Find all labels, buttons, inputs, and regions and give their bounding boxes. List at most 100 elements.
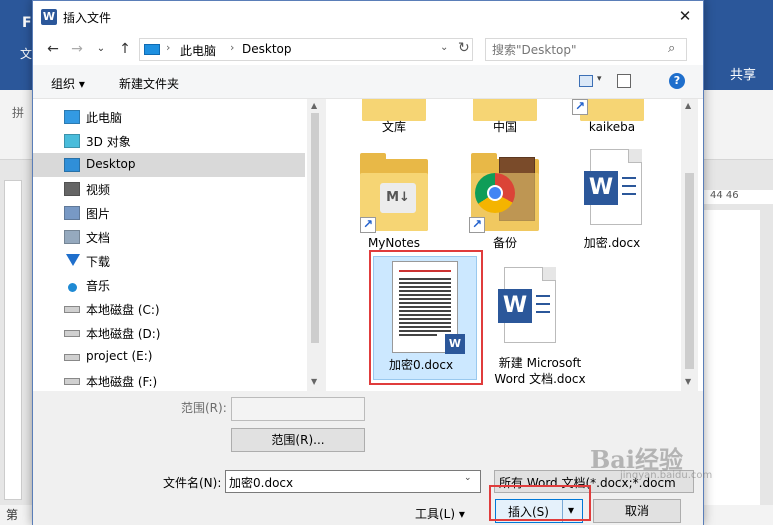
drive-icon	[64, 354, 80, 361]
tree-item[interactable]: project (E:)	[33, 345, 305, 369]
close-button[interactable]: ✕	[667, 1, 703, 31]
address-bar[interactable]: › 此电脑 › Desktop ⌄ ↻	[139, 38, 473, 61]
tree-item[interactable]: 音乐	[33, 273, 305, 297]
preview-pane-icon[interactable]	[617, 74, 631, 88]
folder-icon	[362, 99, 426, 121]
search-box[interactable]: ⌕	[485, 38, 687, 61]
folder-beifen[interactable]: ↗ 备份	[451, 147, 559, 251]
word-app-letter: F	[22, 15, 32, 31]
word-share-button[interactable]: 共享	[730, 64, 756, 83]
scrollbar-thumb[interactable]	[311, 113, 319, 343]
shortcut-arrow-icon: ↗	[360, 217, 376, 233]
forward-arrow-icon[interactable]: →	[67, 39, 87, 59]
computer-icon	[64, 110, 80, 124]
tree-item[interactable]: 本地磁盘 (C:)	[33, 297, 305, 321]
tree-item-label: 音乐	[86, 279, 111, 293]
word-tab-file[interactable]: 文	[20, 45, 32, 62]
search-icon[interactable]: ⌕	[668, 41, 675, 56]
change-view-button[interactable]: ▾	[579, 74, 609, 90]
file-jiami-docx[interactable]: W 加密.docx	[558, 147, 666, 251]
tree-item[interactable]: 3D 对象	[33, 129, 305, 153]
tools-menu-button[interactable]: 工具(L) ▾	[415, 505, 465, 522]
file-label: 文库	[381, 120, 406, 134]
address-dropdown-chevron-icon[interactable]: ⌄	[440, 42, 448, 53]
tree-item-label: 文档	[86, 231, 111, 245]
breadcrumb-separator-icon[interactable]: ›	[230, 41, 234, 54]
tree-item-label: Desktop	[86, 157, 136, 171]
tree-item[interactable]: Desktop	[33, 153, 305, 177]
scroll-down-icon[interactable]: ▼	[311, 377, 317, 386]
file-jiami0-docx[interactable]: W 加密0.docx	[371, 259, 479, 379]
tree-item-label: 图片	[86, 207, 111, 221]
shortcut-arrow-icon: ↗	[469, 217, 485, 233]
cube-3d-icon	[64, 134, 80, 148]
folder-wenku[interactable]: 文库	[340, 99, 448, 135]
filename-combobox[interactable]: ⌄	[225, 470, 481, 493]
refresh-icon[interactable]: ↻	[458, 40, 470, 56]
file-label: 备份	[492, 236, 517, 250]
organize-menu-button[interactable]: 组织 ▾	[51, 75, 85, 92]
tree-item[interactable]: 下载	[33, 249, 305, 273]
status-page-label: 第	[6, 508, 19, 522]
view-icon	[579, 75, 593, 87]
tree-item[interactable]: 图片	[33, 201, 305, 225]
tree-item-label: 本地磁盘 (C:)	[86, 303, 160, 317]
folder-zhongguo[interactable]: 中国	[451, 99, 559, 135]
tree-item[interactable]: 文档	[33, 225, 305, 249]
file-list-pane: 文库 中国 ↗ kaikeba M↓ ↗ MyNotes ↗ 备份 W 加密.d…	[326, 99, 703, 391]
folder-icon	[580, 99, 644, 121]
filename-label: 文件名(N):	[163, 476, 222, 490]
drive-icon	[64, 306, 80, 313]
annotation-red-box	[489, 485, 591, 521]
file-new-word-docx[interactable]: W 新建 Microsoft Word 文档.docx	[484, 267, 596, 391]
tree-item[interactable]: 视频	[33, 177, 305, 201]
help-icon[interactable]: ?	[669, 73, 685, 89]
new-folder-button[interactable]: 新建文件夹	[119, 75, 179, 92]
tree-item-label: 下载	[86, 255, 111, 269]
folder-icon	[473, 99, 537, 121]
breadcrumb-separator-icon[interactable]: ›	[166, 41, 170, 54]
word-ribbon-pinyin[interactable]: 拼	[12, 104, 24, 121]
tree-item-label: 此电脑	[86, 111, 123, 125]
file-label: 新建 Microsoft Word 文档.docx	[494, 356, 586, 386]
download-icon	[66, 254, 80, 266]
navigation-bar: ← → ⌄ ↑ › 此电脑 › Desktop ⌄ ↻ ⌕	[33, 33, 703, 65]
filename-input[interactable]	[229, 474, 449, 490]
recent-locations-chevron-icon[interactable]: ⌄	[91, 39, 111, 59]
tree-item[interactable]: 本地磁盘 (F:)	[33, 369, 305, 391]
command-toolbar: 组织 ▾ 新建文件夹 ▾ ?	[33, 65, 703, 99]
navigation-pane: 此电脑 3D 对象 Desktop 视频图片文档下载音乐本地磁盘 (C:) 本地磁盘 (…	[33, 99, 323, 391]
file-label: 加密.docx	[583, 236, 641, 250]
picture-icon	[64, 206, 80, 220]
scroll-up-icon[interactable]: ▲	[685, 101, 691, 110]
cancel-button[interactable]: 取消	[593, 499, 681, 523]
breadcrumb-this-pc[interactable]: 此电脑	[180, 42, 216, 59]
tree-item[interactable]: 此电脑	[33, 105, 305, 129]
tree-item-label: 本地磁盘 (F:)	[86, 375, 158, 389]
tree-item-label: project (E:)	[86, 349, 153, 363]
file-label: 中国	[492, 120, 517, 134]
back-arrow-icon[interactable]: ←	[43, 39, 63, 59]
folder-mynotes[interactable]: M↓ ↗ MyNotes	[340, 147, 448, 251]
range-button[interactable]: 范围(R)...	[231, 428, 365, 452]
chrome-icon	[475, 173, 515, 213]
drive-icon	[64, 378, 80, 385]
scrollbar-thumb[interactable]	[685, 173, 694, 369]
up-arrow-icon[interactable]: ↑	[115, 39, 135, 59]
view-dropdown-icon[interactable]: ▾	[597, 74, 602, 84]
folder-kaikeba[interactable]: ↗ kaikeba	[558, 99, 666, 135]
search-input[interactable]	[492, 41, 662, 58]
breadcrumb-desktop[interactable]: Desktop	[242, 42, 292, 56]
scroll-up-icon[interactable]: ▲	[311, 101, 317, 110]
tree-item[interactable]: 本地磁盘 (D:)	[33, 321, 305, 345]
filename-dropdown-icon[interactable]: ⌄	[464, 473, 472, 483]
tree-item-label: 视频	[86, 183, 111, 197]
file-label: 加密0.docx	[388, 358, 454, 372]
file-pane-scrollbar[interactable]: ▲ ▼	[681, 99, 698, 391]
markdown-icon: M↓	[380, 183, 416, 213]
navigation-scrollbar[interactable]: ▲ ▼	[307, 99, 323, 391]
file-label: kaikeba	[588, 120, 636, 134]
range-label: 范围(R):	[181, 401, 227, 415]
scroll-down-icon[interactable]: ▼	[685, 377, 691, 386]
document-thumbnail: W	[392, 261, 465, 354]
